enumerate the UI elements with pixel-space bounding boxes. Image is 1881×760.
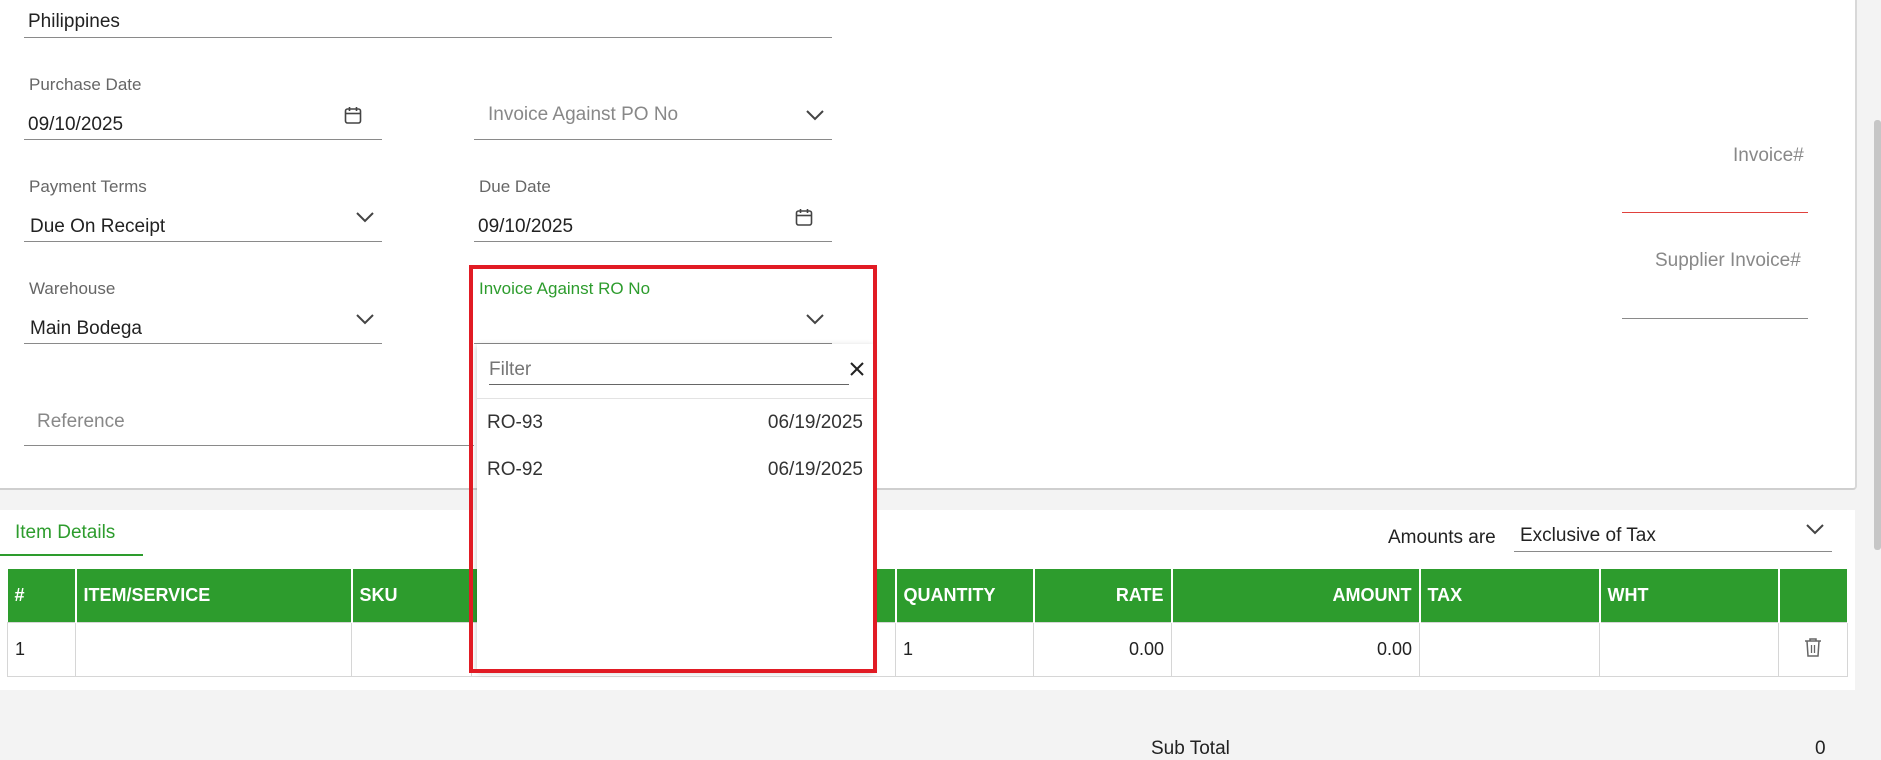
amounts-are-label: Amounts are <box>1388 527 1496 548</box>
col-header-quantity: QUANTITY <box>895 569 1035 623</box>
purchase-date-field[interactable] <box>24 139 382 140</box>
purchase-date-label: Purchase Date <box>29 75 142 94</box>
dropdown-filter-input[interactable] <box>489 357 845 383</box>
due-date-input[interactable]: 09/10/2025 <box>478 216 573 238</box>
invoice-form-card: Philippines Purchase Date 09/10/2025 Inv… <box>0 0 1857 490</box>
tab-strip: Item Details Amounts are Exclusive of Ta… <box>0 510 1855 557</box>
subtotal-label: Sub Total <box>1151 738 1230 759</box>
warehouse-label: Warehouse <box>29 279 116 298</box>
chevron-down-icon[interactable] <box>1805 522 1825 536</box>
col-header-sku: SKU <box>351 569 473 623</box>
payment-terms-value[interactable]: Due On Receipt <box>30 216 165 238</box>
due-date-label: Due Date <box>479 177 551 196</box>
calendar-icon[interactable] <box>795 208 813 227</box>
payment-terms-field[interactable] <box>24 241 382 242</box>
purchase-date-input[interactable]: 09/10/2025 <box>28 114 123 136</box>
supplier-invoice-field[interactable] <box>1622 318 1808 319</box>
cell-sku[interactable] <box>351 622 472 677</box>
reference-placeholder[interactable]: Reference <box>37 411 125 433</box>
invoice-against-po-placeholder[interactable]: Invoice Against PO No <box>488 104 678 126</box>
amounts-are-field[interactable] <box>1514 551 1832 552</box>
warehouse-value[interactable]: Main Bodega <box>30 318 142 340</box>
country-field[interactable] <box>24 37 832 38</box>
cell-wht[interactable] <box>1599 622 1779 677</box>
cell-number: 1 <box>7 622 76 677</box>
option-code: RO-92 <box>487 459 543 480</box>
col-header-tax: TAX <box>1419 569 1601 623</box>
country-value: Philippines <box>28 11 120 32</box>
col-header-wht: WHT <box>1599 569 1780 623</box>
invoice-against-ro-label: Invoice Against RO No <box>479 279 651 298</box>
cell-actions <box>1778 622 1848 677</box>
invoice-against-po-field[interactable] <box>474 139 832 140</box>
table-row: 1 1 0.00 0.00 <box>7 622 1848 677</box>
invoice-number-field[interactable] <box>1622 212 1808 213</box>
chevron-down-icon[interactable] <box>355 312 375 326</box>
cell-amount: 0.00 <box>1171 622 1420 677</box>
chevron-down-icon[interactable] <box>355 210 375 224</box>
due-date-field[interactable] <box>474 241 832 242</box>
item-table-area: # ITEM/SERVICE SKU QUANTITY RATE AMOUNT … <box>0 556 1855 690</box>
chevron-down-icon[interactable] <box>805 312 825 326</box>
cell-rate[interactable]: 0.00 <box>1033 622 1172 677</box>
ro-dropdown-panel: RO-93 06/19/2025 RO-92 06/19/2025 <box>477 344 873 670</box>
dropdown-filter-underline <box>489 384 849 385</box>
close-icon[interactable] <box>849 361 865 377</box>
dropdown-option[interactable]: RO-93 06/19/2025 <box>477 400 873 446</box>
page-scrollbar[interactable] <box>1874 120 1881 550</box>
calendar-icon[interactable] <box>344 106 362 125</box>
option-date: 06/19/2025 <box>767 459 863 480</box>
cell-tax[interactable] <box>1419 622 1600 677</box>
table-header-row: # ITEM/SERVICE SKU QUANTITY RATE AMOUNT … <box>7 569 1849 623</box>
chevron-down-icon[interactable] <box>805 108 825 122</box>
col-header-item: ITEM/SERVICE <box>75 569 353 623</box>
option-code: RO-93 <box>487 412 543 433</box>
cell-item[interactable] <box>75 622 352 677</box>
option-date: 06/19/2025 <box>767 412 863 433</box>
dropdown-separator <box>477 398 873 399</box>
supplier-invoice-placeholder: Supplier Invoice# <box>1655 250 1801 271</box>
col-header-amount: AMOUNT <box>1171 569 1421 623</box>
tab-item-details[interactable]: Item Details <box>0 510 143 557</box>
reference-field[interactable] <box>24 445 474 446</box>
invoice-number-placeholder: Invoice# <box>1733 145 1804 166</box>
col-header-rate: RATE <box>1033 569 1173 623</box>
payment-terms-label: Payment Terms <box>29 177 147 196</box>
item-table: # ITEM/SERVICE SKU QUANTITY RATE AMOUNT … <box>7 569 1849 677</box>
warehouse-field[interactable] <box>24 343 382 344</box>
tab-item-details-label: Item Details <box>15 522 116 543</box>
col-header-number: # <box>7 569 77 623</box>
amounts-are-value[interactable]: Exclusive of Tax <box>1520 525 1656 547</box>
trash-icon[interactable] <box>1804 637 1822 657</box>
col-header-actions <box>1778 569 1849 623</box>
dropdown-option[interactable]: RO-92 06/19/2025 <box>477 447 873 493</box>
cell-quantity[interactable]: 1 <box>895 622 1034 677</box>
subtotal-value: 0 <box>1815 738 1826 759</box>
